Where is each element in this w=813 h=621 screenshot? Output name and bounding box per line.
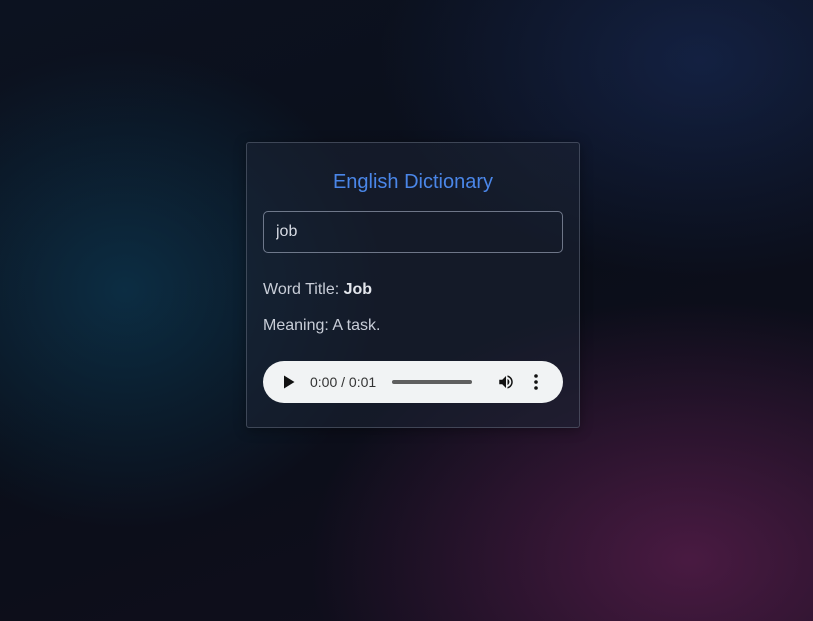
word-title-row: Word Title: Job (263, 281, 372, 299)
audio-player: 0:00 / 0:01 (263, 361, 563, 403)
dictionary-card: English Dictionary Word Title: Job Meani… (246, 142, 580, 428)
progress-slider[interactable] (392, 380, 473, 384)
word-title-label: Word Title: (263, 281, 344, 298)
meaning-value: A task. (332, 317, 381, 334)
page-title: English Dictionary (332, 171, 494, 193)
play-icon[interactable] (281, 374, 297, 390)
word-title-value: Job (343, 281, 373, 298)
time-display: 0:00 / 0:01 (310, 374, 377, 390)
search-input[interactable] (263, 211, 563, 253)
meaning-row: Meaning: A task. (263, 317, 380, 335)
meaning-label: Meaning: (263, 317, 333, 334)
volume-icon[interactable] (496, 372, 516, 392)
more-vert-icon[interactable] (528, 372, 544, 392)
